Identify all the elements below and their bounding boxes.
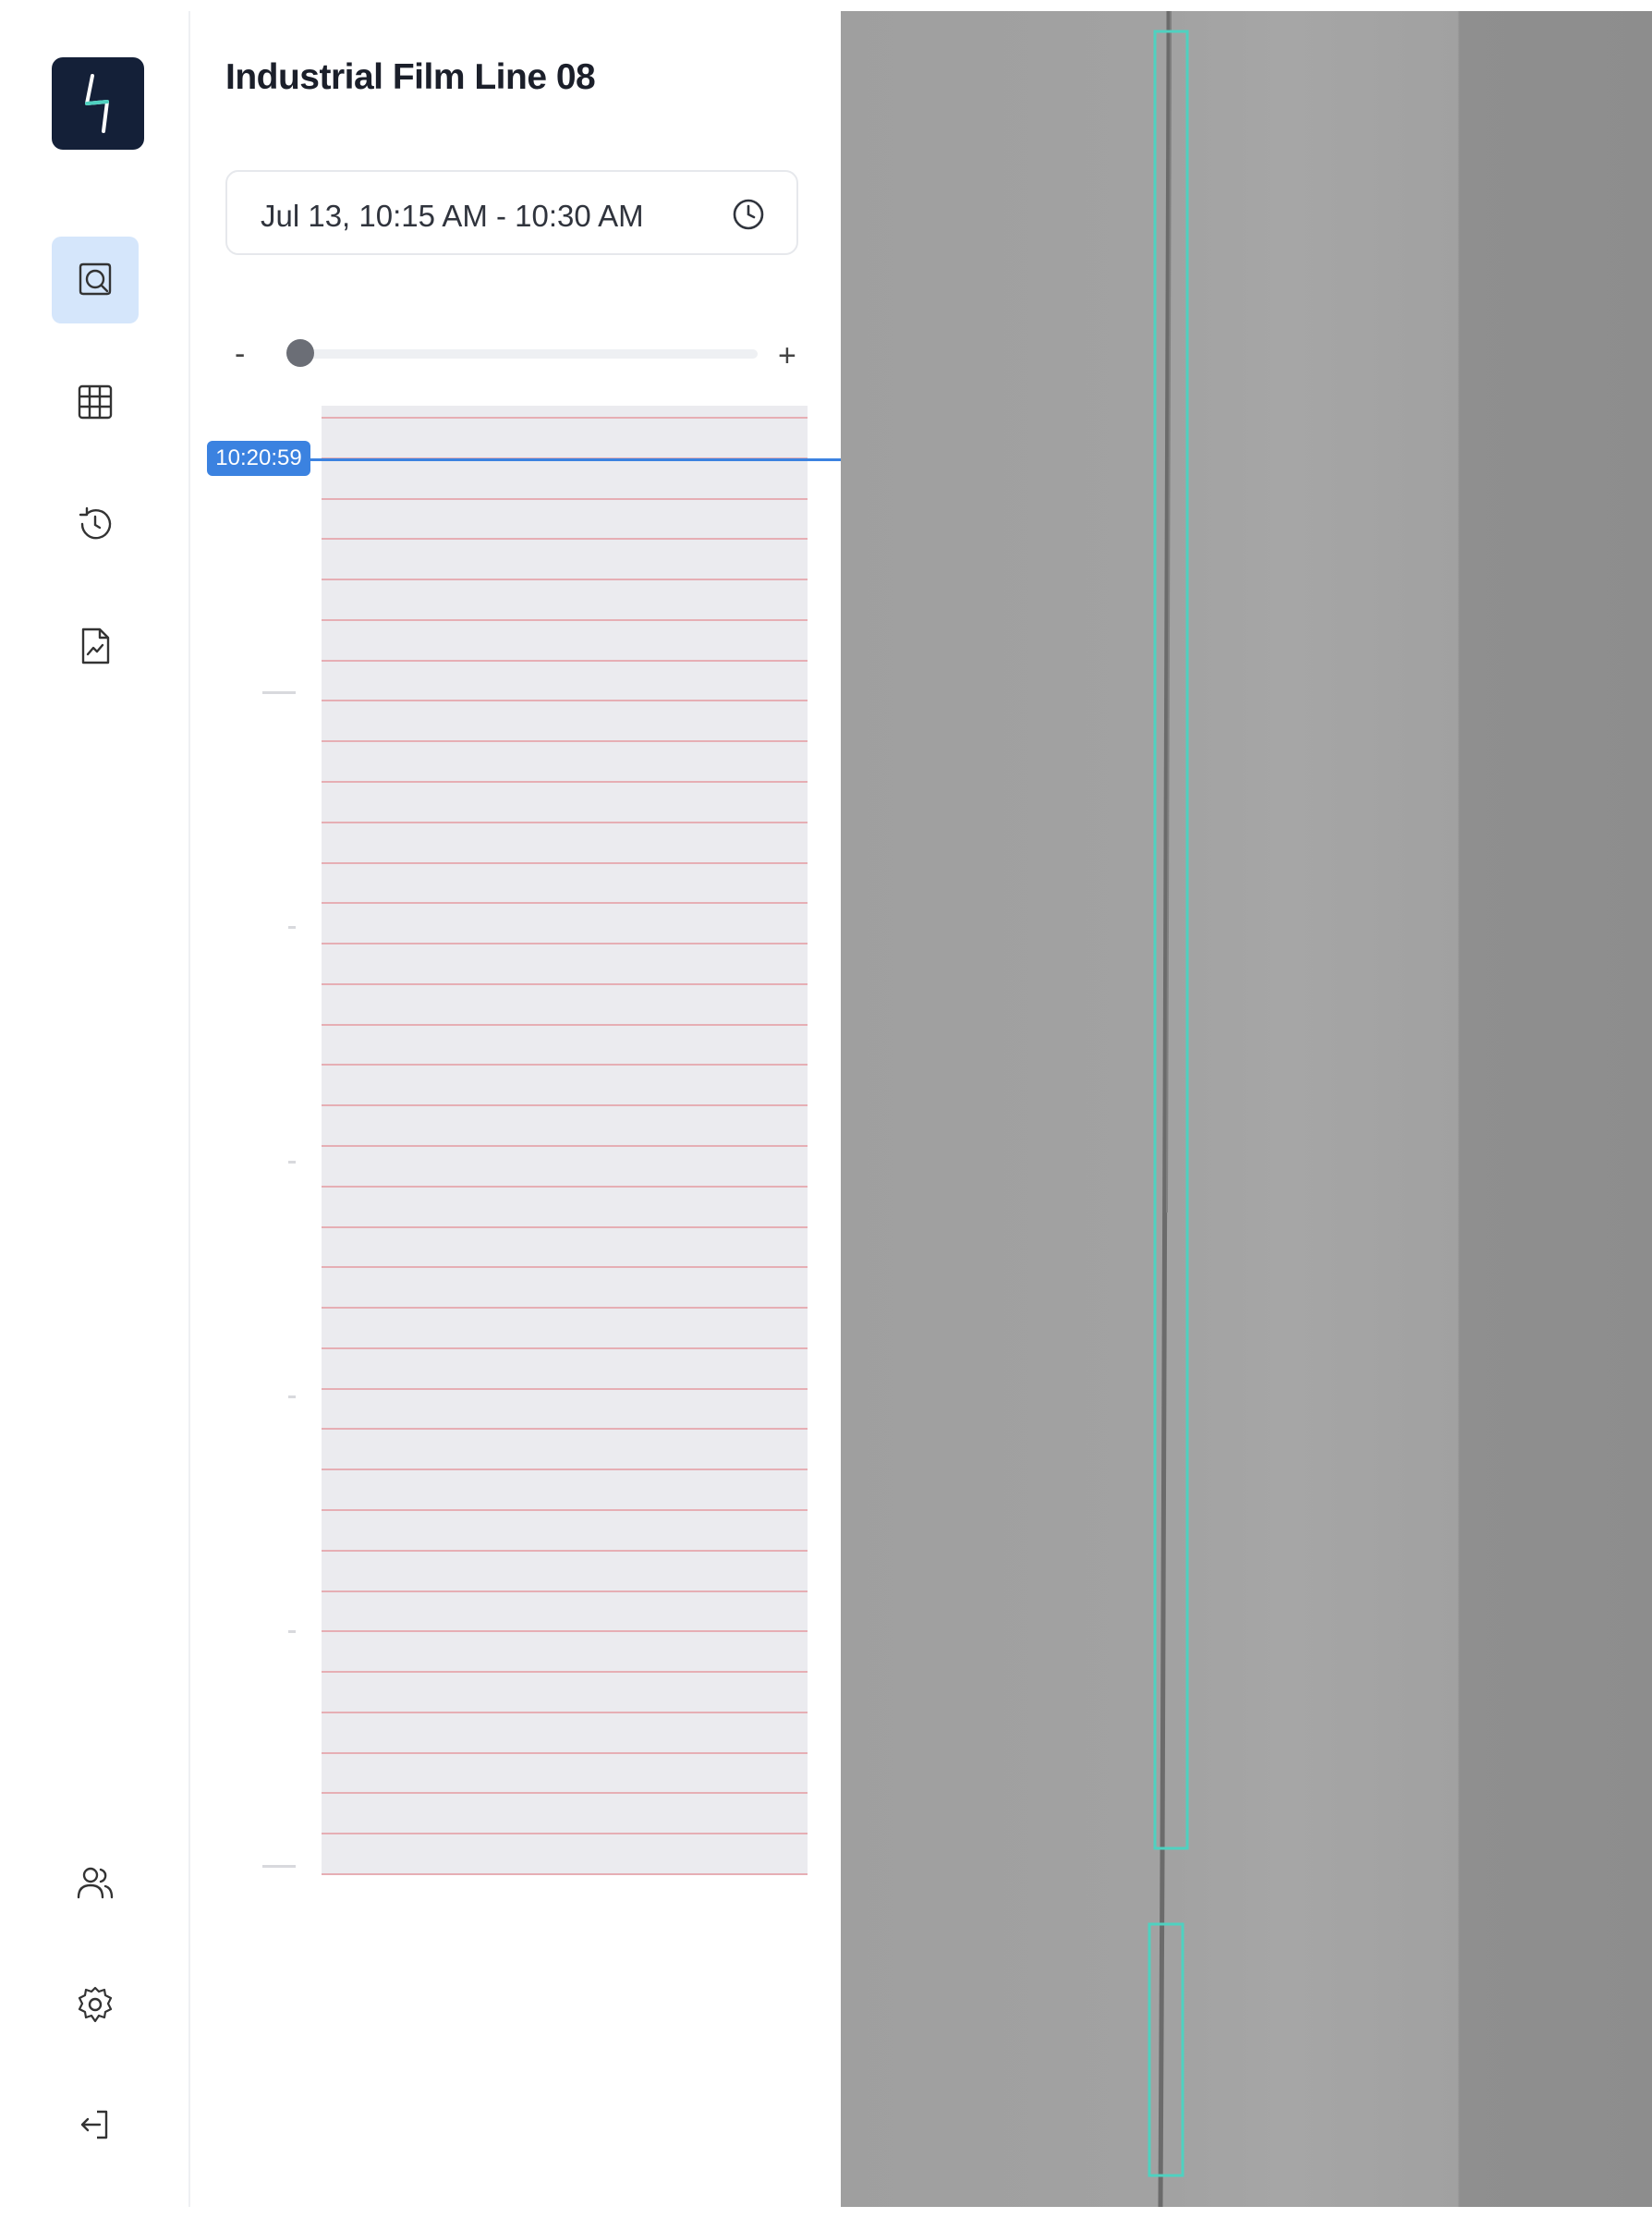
timeline-minor-tick xyxy=(288,926,296,929)
time-range-value: Jul 13, 10:15 AM - 10:30 AM xyxy=(261,199,644,233)
lightning-bolt-icon xyxy=(85,74,109,133)
time-range-picker[interactable]: Jul 13, 10:15 AM - 10:30 AM xyxy=(225,170,798,255)
timeline-defect-mark[interactable] xyxy=(322,498,808,500)
timeline-minor-tick xyxy=(288,1630,296,1633)
gear-icon xyxy=(78,1986,113,2023)
timeline-defect-mark[interactable] xyxy=(322,983,808,985)
timeline-defect-mark[interactable] xyxy=(322,660,808,662)
timeline-defect-mark[interactable] xyxy=(322,1792,808,1794)
camera-view[interactable] xyxy=(841,11,1652,2207)
timeline-defect-mark[interactable] xyxy=(322,902,808,904)
zoom-slider-handle[interactable] xyxy=(286,339,315,367)
timeline-defect-mark[interactable] xyxy=(322,740,808,742)
timeline-defect-mark[interactable] xyxy=(322,1186,808,1188)
timeline-defect-mark[interactable] xyxy=(322,943,808,944)
page-title: Industrial Film Line 08 xyxy=(225,57,596,97)
nav-grid-button[interactable] xyxy=(52,359,139,445)
zoom-out-button[interactable]: - xyxy=(235,336,245,372)
timeline-defect-mark[interactable] xyxy=(322,1712,808,1713)
timeline-defect-mark[interactable] xyxy=(322,1226,808,1228)
timeline-major-tick xyxy=(262,691,296,694)
detection-box[interactable] xyxy=(1148,1922,1184,2177)
timeline-defect-mark[interactable] xyxy=(322,1630,808,1632)
timeline-defect-mark[interactable] xyxy=(322,822,808,823)
timeline-defect-mark[interactable] xyxy=(322,1671,808,1673)
timeline-defect-mark[interactable] xyxy=(322,1145,808,1147)
search-frame-icon xyxy=(79,262,112,296)
nav-settings-button[interactable] xyxy=(52,1961,139,2048)
timeline-defect-mark[interactable] xyxy=(322,1307,808,1309)
app-logo[interactable] xyxy=(52,57,144,150)
sidebar xyxy=(11,11,190,2207)
zoom-slider[interactable] xyxy=(286,339,758,367)
timeline-defect-mark[interactable] xyxy=(322,1388,808,1390)
history-icon xyxy=(79,506,112,540)
timeline-minor-tick xyxy=(288,1395,296,1398)
timeline-defect-mark[interactable] xyxy=(322,1347,808,1349)
timeline-defect-mark[interactable] xyxy=(322,1833,808,1834)
timeline-defect-mark[interactable] xyxy=(322,700,808,701)
timeline-cursor-time[interactable]: 10:20:59 xyxy=(207,441,310,476)
timeline-defect-mark[interactable] xyxy=(322,1752,808,1754)
timeline-defect-mark[interactable] xyxy=(322,1104,808,1106)
timeline-defect-mark[interactable] xyxy=(322,579,808,580)
timeline-defect-mark[interactable] xyxy=(322,781,808,783)
nav-reports-button[interactable] xyxy=(52,603,139,689)
timeline-defect-mark[interactable] xyxy=(322,619,808,621)
nav-inspection-button[interactable] xyxy=(52,237,139,323)
nav-users-button[interactable] xyxy=(52,1839,139,1926)
timeline-defect-mark[interactable] xyxy=(322,862,808,864)
timeline-defect-mark[interactable] xyxy=(322,1873,808,1875)
timeline-cursor-line[interactable] xyxy=(266,458,848,461)
timeline-defect-mark[interactable] xyxy=(322,417,808,419)
nav-history-button[interactable] xyxy=(52,481,139,567)
clock-icon xyxy=(733,199,764,230)
zoom-in-button[interactable]: + xyxy=(778,338,796,374)
timeline-minor-tick xyxy=(288,1161,296,1164)
users-icon xyxy=(77,1867,114,1899)
timeline-defect-mark[interactable] xyxy=(322,1428,808,1430)
timeline-defect-mark[interactable] xyxy=(322,1024,808,1026)
defect-timeline[interactable] xyxy=(322,406,808,1875)
timeline-major-tick xyxy=(262,1865,296,1868)
timeline-defect-mark[interactable] xyxy=(322,1469,808,1470)
timeline-defect-mark[interactable] xyxy=(322,1590,808,1592)
detection-box[interactable] xyxy=(1153,30,1189,1850)
grid-icon xyxy=(78,384,113,420)
timeline-defect-mark[interactable] xyxy=(322,1064,808,1066)
nav-logout-button[interactable] xyxy=(52,2081,139,2168)
logout-icon xyxy=(80,2110,108,2139)
control-panel: Industrial Film Line 08 Jul 13, 10:15 AM… xyxy=(190,11,848,2207)
timeline-defect-mark[interactable] xyxy=(322,1266,808,1268)
timeline-defect-mark[interactable] xyxy=(322,538,808,540)
timeline-defect-mark[interactable] xyxy=(322,1509,808,1511)
report-chart-icon xyxy=(81,628,110,664)
timeline-defect-mark[interactable] xyxy=(322,1550,808,1552)
film-image xyxy=(1148,11,1189,2207)
